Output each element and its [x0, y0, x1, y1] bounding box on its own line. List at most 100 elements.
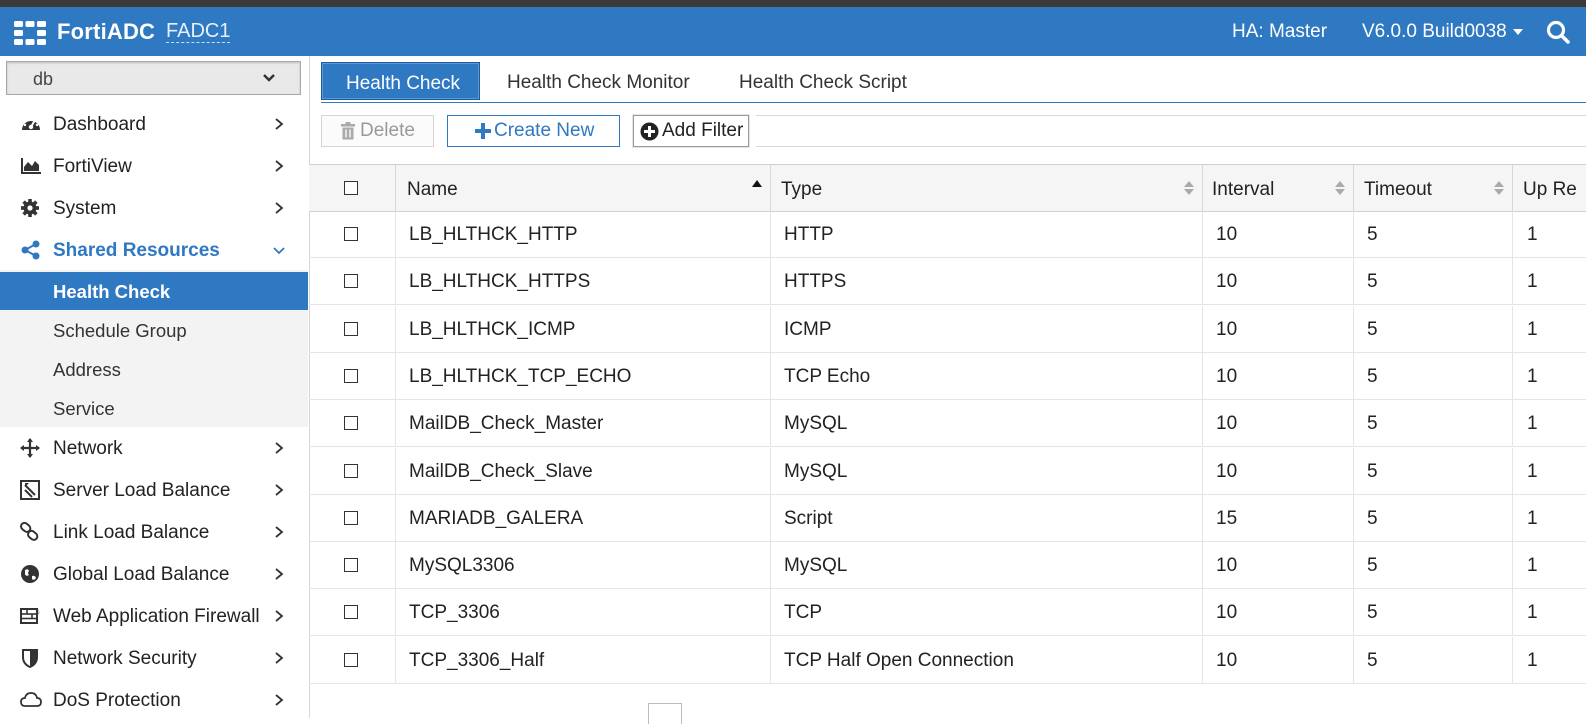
- table-row[interactable]: LB_HLTHCK_ICMP ICMP 10 5 1: [309, 305, 1586, 353]
- row-checkbox[interactable]: [344, 227, 358, 241]
- cell-timeout-text: 5: [1367, 365, 1378, 387]
- filter-input-bar[interactable]: [756, 115, 1586, 147]
- row-checkbox[interactable]: [344, 416, 358, 431]
- plus-circle-icon: [640, 122, 659, 140]
- row-select-cell: [309, 494, 396, 542]
- table-row[interactable]: MailDB_Check_Master MySQL 10 5 1: [309, 400, 1586, 448]
- cell-timeout: 5: [1354, 352, 1513, 400]
- cell-interval: 10: [1203, 542, 1354, 590]
- add-filter-button[interactable]: Add Filter: [633, 115, 749, 147]
- row-select-cell: [309, 542, 396, 590]
- cell-type: MySQL: [771, 542, 1203, 590]
- cell-timeout-text: 5: [1367, 413, 1378, 435]
- column-label: Up Re: [1523, 179, 1577, 200]
- cell-timeout-text: 5: [1367, 602, 1378, 624]
- cell-timeout-text: 5: [1367, 649, 1378, 671]
- cell-name: TCP_3306: [396, 589, 771, 637]
- sidebar-item-web-application-firewall[interactable]: Web Application Firewall: [0, 595, 309, 637]
- server-load-balance-icon: [20, 480, 40, 500]
- table-row[interactable]: MailDB_Check_Slave MySQL 10 5 1: [309, 447, 1586, 495]
- cell-timeout: 5: [1354, 258, 1513, 306]
- chevron-right-icon: [275, 160, 284, 172]
- cell-name: TCP_3306_Half: [396, 636, 771, 684]
- column-header-timeout[interactable]: Timeout: [1354, 165, 1513, 211]
- cell-interval-text: 10: [1216, 224, 1238, 245]
- sidebar-subitem-schedule-group[interactable]: Schedule Group: [0, 311, 308, 349]
- tab-health-check[interactable]: Health Check: [321, 62, 480, 100]
- row-select-cell: [309, 305, 396, 353]
- cell-type-text: Script: [784, 507, 833, 529]
- column-header-interval[interactable]: Interval: [1203, 165, 1354, 211]
- cell-up-retry: 1: [1513, 637, 1586, 684]
- cell-name-text: MARIADB_GALERA: [409, 507, 584, 529]
- tab-health-check-monitor[interactable]: Health Check Monitor: [488, 62, 690, 100]
- cell-interval: 10: [1203, 636, 1354, 684]
- column-label: Timeout: [1364, 179, 1432, 200]
- create-new-button[interactable]: Create New: [447, 115, 620, 147]
- sidebar-item-server-load-balance[interactable]: Server Load Balance: [0, 469, 309, 511]
- row-checkbox[interactable]: [344, 321, 358, 336]
- row-checkbox[interactable]: [344, 510, 358, 525]
- sidebar-item-shared-resources[interactable]: Shared Resources: [0, 229, 309, 271]
- table-row[interactable]: TCP_3306 TCP 10 5 1: [309, 589, 1586, 637]
- cell-up-retry-text: 1: [1527, 555, 1538, 577]
- cell-timeout-text: 5: [1367, 555, 1378, 577]
- table-row[interactable]: MySQL3306 MySQL 10 5 1: [309, 542, 1586, 590]
- sidebar-item-global-load-balance[interactable]: Global Load Balance: [0, 553, 309, 595]
- delete-button[interactable]: Delete: [321, 115, 434, 147]
- column-header-type[interactable]: Type: [771, 165, 1203, 211]
- cell-name: LB_HLTHCK_ICMP: [396, 305, 771, 353]
- search-icon[interactable]: [1545, 19, 1571, 45]
- cell-name-text: LB_HLTHCK_HTTP: [409, 224, 578, 245]
- tab-health-check-script[interactable]: Health Check Script: [721, 62, 921, 100]
- cell-up-retry: 1: [1513, 589, 1586, 636]
- sidebar-subitem-health-check[interactable]: Health Check: [0, 272, 308, 310]
- sidebar-item-dos-protection[interactable]: DoS Protection: [0, 679, 309, 721]
- pagination-box[interactable]: [648, 703, 682, 724]
- row-checkbox[interactable]: [344, 463, 358, 478]
- cell-interval: 10: [1203, 352, 1354, 400]
- row-checkbox[interactable]: [344, 274, 358, 289]
- row-checkbox[interactable]: [344, 652, 358, 667]
- sidebar-item-network[interactable]: Network: [0, 427, 309, 469]
- tab-bar: Health Check Health Check Monitor Health…: [321, 62, 1586, 103]
- cell-type: TCP Half Open Connection: [771, 636, 1203, 684]
- chevron-right-icon: [275, 484, 284, 496]
- sidebar-subitem-service[interactable]: Service: [0, 389, 308, 427]
- sidebar-item-label: Shared Resources: [53, 240, 220, 261]
- device-name[interactable]: FADC1: [166, 20, 231, 43]
- sidebar-item-system[interactable]: System: [0, 187, 309, 229]
- sort-ascending-icon: [752, 180, 762, 187]
- row-checkbox[interactable]: [344, 368, 358, 383]
- row-select-cell: [309, 352, 396, 400]
- sidebar-item-network-security[interactable]: Network Security: [0, 637, 309, 679]
- tab-label: Health Check Script: [739, 72, 907, 93]
- sidebar-subitem-label: Service: [53, 398, 115, 419]
- table-row[interactable]: TCP_3306_Half TCP Half Open Connection 10 5…: [309, 636, 1586, 684]
- table-row[interactable]: LB_HLTHCK_HTTP HTTP 10 5 1: [309, 211, 1586, 258]
- cell-type: MySQL: [771, 400, 1203, 448]
- sidebar-item-dashboard[interactable]: Dashboard: [0, 103, 309, 145]
- cell-up-retry-text: 1: [1527, 224, 1538, 245]
- table-row[interactable]: MARIADB_GALERA Script 15 5 1: [309, 494, 1586, 542]
- version-menu[interactable]: V6.0.0 Build0038: [1362, 21, 1523, 43]
- sidebar-subitem-label: Health Check: [53, 281, 171, 302]
- column-header-name[interactable]: Name: [396, 165, 771, 211]
- sidebar-item-fortiview[interactable]: FortiView: [0, 145, 309, 187]
- column-header-up-retry[interactable]: Up Re: [1513, 165, 1586, 211]
- row-checkbox[interactable]: [344, 558, 358, 573]
- health-check-table: Name Type Interval Timeout Up Re LB_HLTH…: [309, 164, 1586, 719]
- sidebar-item-link-load-balance[interactable]: Link Load Balance: [0, 511, 309, 553]
- sidebar-item-label: Global Load Balance: [53, 564, 230, 585]
- cell-up-retry-text: 1: [1527, 649, 1538, 671]
- table-row[interactable]: LB_HLTHCK_TCP_ECHO TCP Echo 10 5 1: [309, 352, 1586, 400]
- add-filter-label: Add Filter: [662, 120, 744, 141]
- row-checkbox[interactable]: [344, 605, 358, 620]
- cell-timeout-text: 5: [1367, 507, 1378, 529]
- tab-label: Health Check: [346, 73, 461, 94]
- sidebar-subitem-address[interactable]: Address: [0, 350, 308, 388]
- cell-type: HTTP: [771, 211, 1203, 258]
- select-all-checkbox[interactable]: [344, 181, 358, 195]
- table-row[interactable]: LB_HLTHCK_HTTPS HTTPS 10 5 1: [309, 258, 1586, 306]
- vdom-select[interactable]: db: [6, 61, 301, 95]
